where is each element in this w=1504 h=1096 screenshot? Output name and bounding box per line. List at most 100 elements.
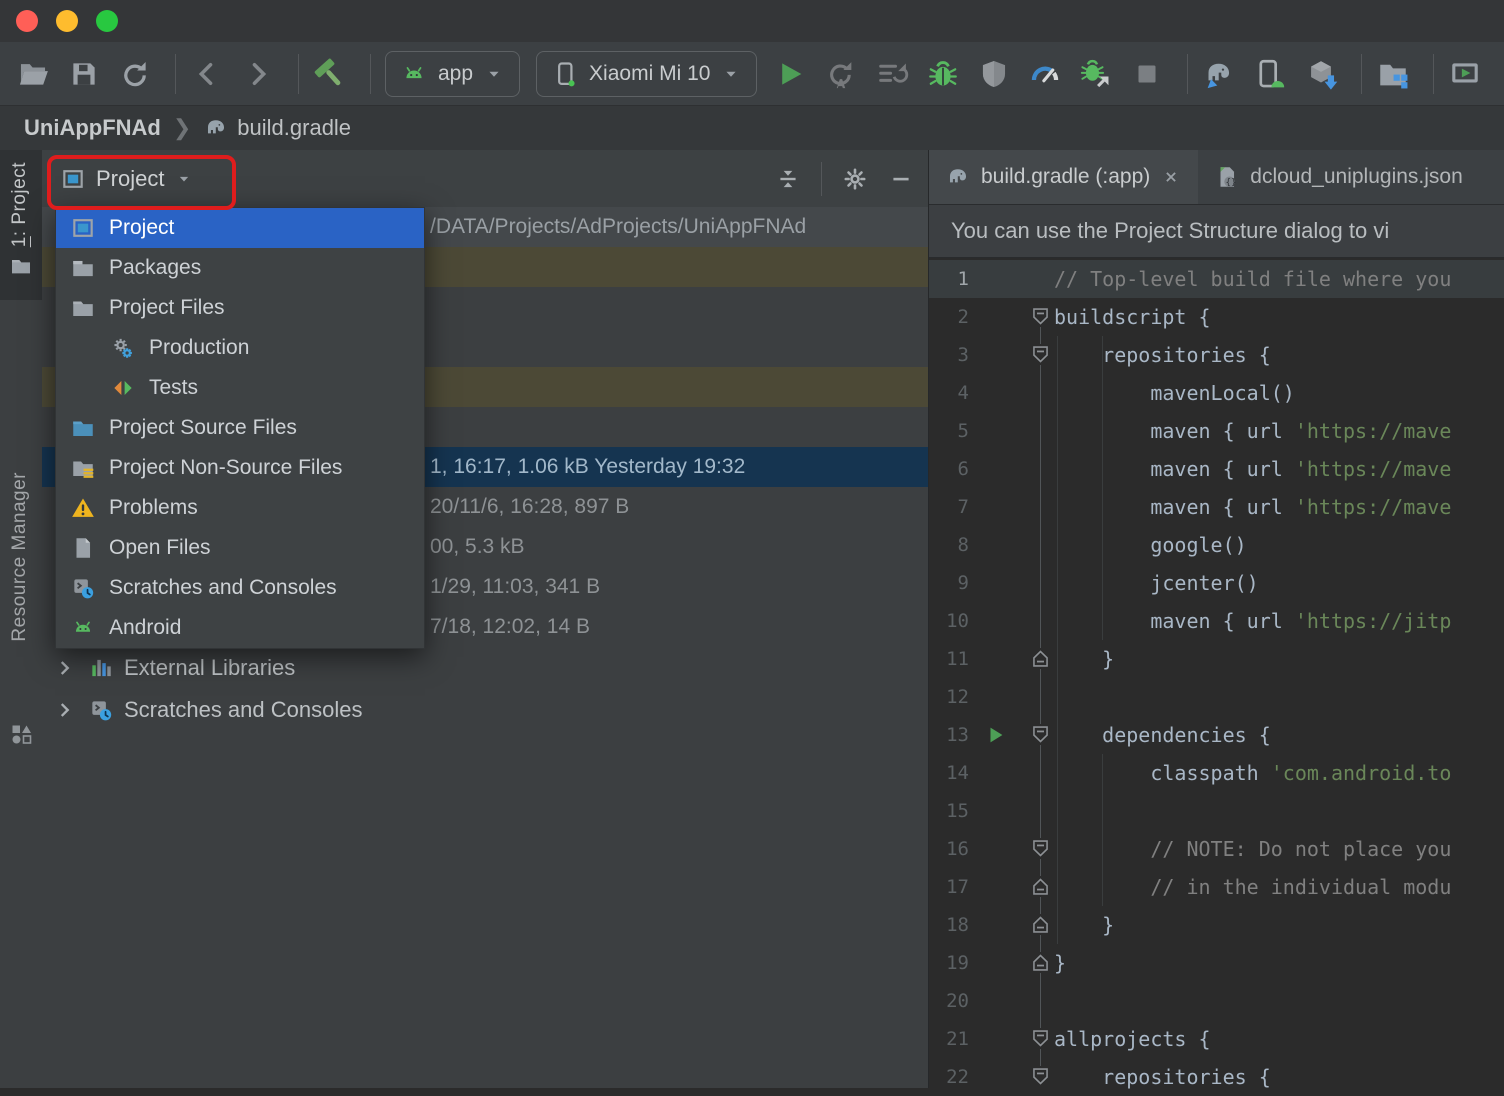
device-selector[interactable]: Xiaomi Mi 10 (536, 51, 757, 97)
tree-row-text: 1/29, 11:03, 341 B (430, 575, 600, 599)
stop-button[interactable] (1130, 57, 1164, 91)
code-line-22[interactable]: 22 repositories { (929, 1058, 1504, 1096)
apply-code-changes-button[interactable] (875, 57, 909, 91)
dropdown-item-packages[interactable]: Packages (56, 248, 424, 288)
fold-start-icon[interactable] (1030, 724, 1051, 745)
fold-end-icon[interactable] (1030, 648, 1051, 669)
dropdown-item-label: Project (109, 216, 174, 240)
toolbar-divider (1433, 54, 1434, 94)
chevright-icon[interactable] (52, 697, 78, 723)
gear-icon[interactable] (842, 166, 868, 192)
device-selector-label: Xiaomi Mi 10 (589, 62, 710, 86)
zoom-button[interactable] (96, 10, 118, 32)
save-all-button[interactable] (67, 57, 101, 91)
apply-changes-restart-button[interactable] (824, 57, 858, 91)
gradle-sync-button[interactable] (1202, 57, 1236, 91)
code-line-7[interactable]: 7 maven { url 'https://mave (929, 488, 1504, 526)
running-devices-button[interactable] (1448, 57, 1482, 91)
fold-start-icon[interactable] (1030, 1066, 1051, 1087)
sdk-manager-button[interactable] (1304, 57, 1338, 91)
code-line-5[interactable]: 5 maven { url 'https://mave (929, 412, 1504, 450)
minimize-button[interactable] (56, 10, 78, 32)
profile-low-overhead-button[interactable] (977, 57, 1011, 91)
project-structure-button[interactable] (1376, 57, 1410, 91)
code-line-15[interactable]: 15 (929, 792, 1504, 830)
dropdown-item-production[interactable]: Production (56, 328, 424, 368)
tab-label: dcloud_uniplugins.json (1250, 165, 1463, 189)
editor-tab-build-gradle-app-[interactable]: build.gradle (:app) (929, 150, 1198, 204)
code-line-1[interactable]: 1// Top-level build file where you (929, 260, 1504, 298)
dropdown-item-tests[interactable]: Tests (56, 368, 424, 408)
code-line-6[interactable]: 6 maven { url 'https://mave (929, 450, 1504, 488)
scratch-icon (88, 697, 114, 723)
code-editor[interactable]: 1// Top-level build file where you2build… (929, 258, 1504, 1088)
code-line-16[interactable]: 16 // NOTE: Do not place you (929, 830, 1504, 868)
dropdown-item-scratches-and-consoles[interactable]: Scratches and Consoles (56, 568, 424, 608)
code-line-10[interactable]: 10 maven { url 'https://jitp (929, 602, 1504, 640)
tree-item-scratches-consoles[interactable]: Scratches and Consoles (52, 689, 362, 731)
code-line-18[interactable]: 18 } (929, 906, 1504, 944)
device-manager-button[interactable] (1253, 57, 1287, 91)
line-number: 3 (929, 336, 969, 374)
fold-start-icon[interactable] (1030, 344, 1051, 365)
attach-debugger-button[interactable] (1079, 57, 1113, 91)
code-line-21[interactable]: 21allprojects { (929, 1020, 1504, 1058)
run-gutter-icon[interactable] (985, 724, 1007, 746)
fold-end-icon[interactable] (1030, 914, 1051, 935)
code-line-19[interactable]: 19} (929, 944, 1504, 982)
breadcrumb-file[interactable]: build.gradle (237, 115, 351, 141)
run-button[interactable] (773, 57, 807, 91)
stripe-project-label[interactable]: 1: Project (9, 162, 31, 247)
dropdown-item-android[interactable]: Android (56, 608, 424, 648)
fold-end-icon[interactable] (1030, 952, 1051, 973)
code-line-17[interactable]: 17 // in the individual modu (929, 868, 1504, 906)
open-button[interactable] (16, 57, 50, 91)
code-line-9[interactable]: 9 jcenter() (929, 564, 1504, 602)
folder-icon (70, 295, 96, 321)
code-line-8[interactable]: 8 google() (929, 526, 1504, 564)
dropdown-item-project-non-source-files[interactable]: Project Non-Source Files (56, 448, 424, 488)
forward-button[interactable] (241, 57, 275, 91)
fold-end-icon[interactable] (1030, 876, 1051, 897)
hide-panel-icon[interactable] (888, 166, 914, 192)
code-line-14[interactable]: 14 classpath 'com.android.to (929, 754, 1504, 792)
code-line-11[interactable]: 11 } (929, 640, 1504, 678)
code-line-20[interactable]: 20 (929, 982, 1504, 1020)
code-line-4[interactable]: 4 mavenLocal() (929, 374, 1504, 412)
code-line-13[interactable]: 13 dependencies { (929, 716, 1504, 754)
build-button[interactable] (313, 57, 347, 91)
code-line-12[interactable]: 12 (929, 678, 1504, 716)
tab-label: build.gradle (:app) (981, 165, 1150, 189)
dropdown-item-open-files[interactable]: Open Files (56, 528, 424, 568)
resource-manager-icon[interactable] (9, 722, 33, 746)
close-tab-icon[interactable] (1160, 166, 1182, 188)
project-view-icon (60, 166, 86, 192)
back-button[interactable] (190, 57, 224, 91)
sync-button[interactable] (118, 57, 152, 91)
profiler-button[interactable] (1028, 57, 1062, 91)
folder-lines-icon (70, 455, 96, 481)
tree-item-external-libraries[interactable]: External Libraries (52, 647, 295, 689)
run-config-selector[interactable]: app (385, 51, 520, 97)
collapse-all-icon[interactable] (775, 166, 801, 192)
code-line-3[interactable]: 3 repositories { (929, 336, 1504, 374)
close-button[interactable] (16, 10, 38, 32)
project-folder-icon[interactable] (9, 254, 33, 278)
fold-start-icon[interactable] (1030, 838, 1051, 859)
project-view-label: Project (96, 166, 164, 192)
folder-tab-icon (70, 255, 96, 281)
dropdown-item-project[interactable]: Project (56, 208, 424, 248)
debug-button[interactable] (926, 57, 960, 91)
code-line-2[interactable]: 2buildscript { (929, 298, 1504, 336)
project-view-selector[interactable]: Project (60, 166, 194, 192)
fold-start-icon[interactable] (1030, 306, 1051, 327)
breadcrumb-project[interactable]: UniAppFNAd (24, 115, 161, 141)
dropdown-item-label: Project Non-Source Files (109, 456, 342, 480)
stripe-resource-manager-label[interactable]: Resource Manager (9, 472, 31, 642)
chevright-icon[interactable] (52, 655, 78, 681)
dropdown-item-project-files[interactable]: Project Files (56, 288, 424, 328)
editor-tab-dcloud-uniplugins-json[interactable]: {}dcloud_uniplugins.json (1198, 150, 1479, 204)
dropdown-item-problems[interactable]: Problems (56, 488, 424, 528)
dropdown-item-project-source-files[interactable]: Project Source Files (56, 408, 424, 448)
fold-start-icon[interactable] (1030, 1028, 1051, 1049)
